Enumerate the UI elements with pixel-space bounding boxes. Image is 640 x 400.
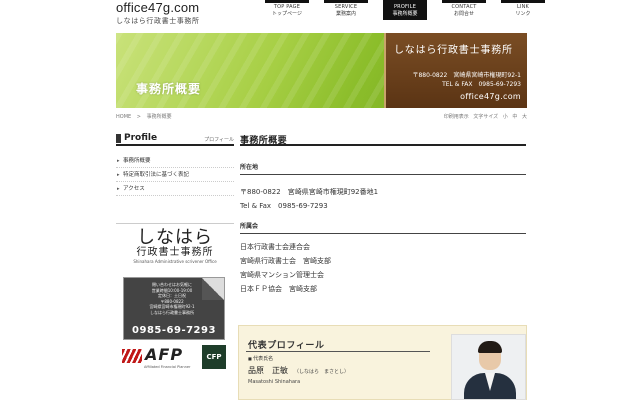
- section-heading-location: 所在地: [240, 162, 526, 175]
- utility-bar: 印刷用表示 文字サイズ 小 中 大: [441, 113, 527, 120]
- logo-office-name: しなはら行政書士事務所: [116, 17, 200, 25]
- main-content: 事務所概要 所在地 〒880-0822 宮崎県宮崎市権現町92番地1 Tel &…: [240, 133, 526, 296]
- nav-service[interactable]: SERVICE 業務案内: [324, 0, 368, 20]
- nav-label-en: CONTACT: [451, 4, 477, 10]
- representative-profile: 代表プロフィール 代表氏名 品原 正敏 （しなはら まさとし） Masatoshi…: [238, 325, 527, 400]
- address-line: 〒880-0822 宮崎県宮崎市権現町92番地1: [240, 188, 379, 196]
- affiliation-item: 宮崎県マンション管理士会: [240, 271, 324, 279]
- representative-photo: [451, 334, 526, 400]
- tel-fax-line: Tel & Fax 0985-69-7293: [240, 202, 328, 210]
- section-location-body: 〒880-0822 宮崎県宮崎市権現町92番地1 Tel & Fax 0985-…: [240, 185, 526, 213]
- profile-label: 代表氏名: [248, 355, 273, 362]
- sidebar-item-access[interactable]: アクセス: [116, 182, 234, 196]
- banner-business-card: しなはら行政書士事務所 〒880-0822 宮崎県宮崎市権現町92-1 TEL …: [384, 33, 527, 108]
- name-kanji: 品原 正敏: [248, 366, 288, 375]
- card-office-name: しなはら行政書士事務所: [394, 45, 513, 56]
- nav-label-en: LINK: [516, 4, 530, 10]
- sidebar-menu: 事務所概要 特定商取引法に基づく表記 アクセス: [116, 154, 234, 196]
- site-logo[interactable]: office47g.com しなはら行政書士事務所: [116, 1, 200, 26]
- breadcrumb: HOME > 事務所概要: [116, 113, 176, 120]
- breadcrumb-current: 事務所概要: [146, 114, 172, 120]
- office-logo-banner[interactable]: しなはら 行政書士事務所 Shinahara Administrative sc…: [116, 223, 234, 273]
- contact-banner[interactable]: 閉い合わせはお気軽に 営業時間10:00-19:00 定休日：土日祝 〒880-…: [123, 277, 225, 340]
- section-heading-affiliations: 所属会: [240, 221, 526, 234]
- profile-heading: 代表プロフィール: [248, 341, 325, 351]
- sidebar-item-overview[interactable]: 事務所概要: [116, 154, 234, 168]
- font-size-medium[interactable]: 中: [512, 114, 517, 120]
- afp-subtitle: Affiliated Financial Planner: [144, 365, 191, 369]
- font-size-small[interactable]: 小: [503, 114, 508, 120]
- card-domain: office47g.com: [460, 92, 521, 101]
- photo-hair-shape: [478, 341, 502, 353]
- breadcrumb-separator: >: [136, 114, 141, 120]
- nav-profile[interactable]: PROFILE 事務所概要: [383, 0, 427, 20]
- banner-title: 事務所概要: [136, 82, 202, 96]
- nav-label-ja: お問合せ: [453, 11, 474, 17]
- nav-top-page[interactable]: TOP PAGE トップページ: [265, 0, 309, 20]
- affiliation-item: 宮崎県行政書士会 宮崎支部: [240, 257, 331, 265]
- logo-domain: office47g.com: [116, 0, 200, 15]
- certification-badges: AFP Affiliated Financial Planner CFP: [116, 345, 234, 371]
- nav-label-ja: リンク: [515, 11, 531, 17]
- sidebar-item-commerce-law[interactable]: 特定商取引法に基づく表記: [116, 168, 234, 182]
- name-english: Masatoshi Shinahara: [248, 379, 301, 385]
- nav-label-en: PROFILE: [393, 4, 417, 10]
- affiliation-item: 日本行政書士会連合会: [240, 243, 310, 251]
- global-nav: TOP PAGE トップページ SERVICE 業務案内 PROFILE 事務所…: [265, 0, 545, 20]
- heading-marker-icon: [116, 134, 121, 143]
- afp-badge[interactable]: AFP: [122, 345, 192, 367]
- logo-text-sub: 行政書士事務所: [136, 247, 214, 258]
- font-size-label: 文字サイズ: [473, 114, 499, 120]
- print-view-link[interactable]: 印刷用表示: [444, 114, 469, 120]
- card-tel: TEL & FAX 0985-69-7293: [442, 81, 521, 88]
- logo-text-en: Shinahara Administrative scrivener Offic…: [133, 259, 217, 264]
- sidebar: Profile プロフィール 事務所概要 特定商取引法に基づく表記 アクセス し…: [116, 133, 234, 371]
- site-header: office47g.com しなはら行政書士事務所 TOP PAGE トップペー…: [0, 0, 640, 33]
- font-size-large[interactable]: 大: [522, 114, 527, 120]
- representative-name: 品原 正敏 （しなはら まさとし）: [248, 365, 349, 376]
- card-address: 〒880-0822 宮崎県宮崎市権現町92-1: [412, 72, 521, 79]
- breadcrumb-home[interactable]: HOME: [116, 114, 131, 120]
- logo-text-main: しなはら: [137, 227, 213, 248]
- nav-label-en: SERVICE: [334, 4, 358, 10]
- profile-divider: [246, 351, 430, 352]
- section-affiliations-body: 日本行政書士会連合会 宮崎県行政書士会 宮崎支部 宮崎県マンション管理士会 日本…: [240, 240, 526, 296]
- page-banner: 事務所概要 しなはら行政書士事務所 〒880-0822 宮崎県宮崎市権現町92-…: [116, 33, 527, 108]
- nav-link[interactable]: LINK リンク: [501, 0, 545, 20]
- sidebar-heading-sub: プロフィール: [204, 137, 234, 143]
- contact-line: しなはら行政書士事務所: [150, 309, 194, 315]
- sidebar-heading: Profile プロフィール: [116, 133, 234, 146]
- nav-label-ja: 事務所概要: [392, 11, 418, 17]
- name-kana: （しなはら まさとし）: [294, 369, 350, 375]
- sidebar-heading-title: Profile: [124, 133, 158, 143]
- nav-contact[interactable]: CONTACT お問合せ: [442, 0, 486, 20]
- contact-tel: 0985-69-7293: [132, 325, 216, 336]
- afp-text: AFP: [145, 345, 184, 364]
- nav-label-ja: 業務案内: [335, 11, 356, 17]
- page-curl-icon: [202, 278, 224, 300]
- nav-label-ja: トップページ: [272, 11, 302, 17]
- nav-label-en: TOP PAGE: [273, 4, 301, 10]
- afp-stripe-icon: [122, 348, 142, 363]
- cfp-badge[interactable]: CFP: [202, 345, 226, 369]
- affiliation-item: 日本ＦＰ協会 宮崎支部: [240, 285, 317, 293]
- page-title: 事務所概要: [240, 133, 526, 146]
